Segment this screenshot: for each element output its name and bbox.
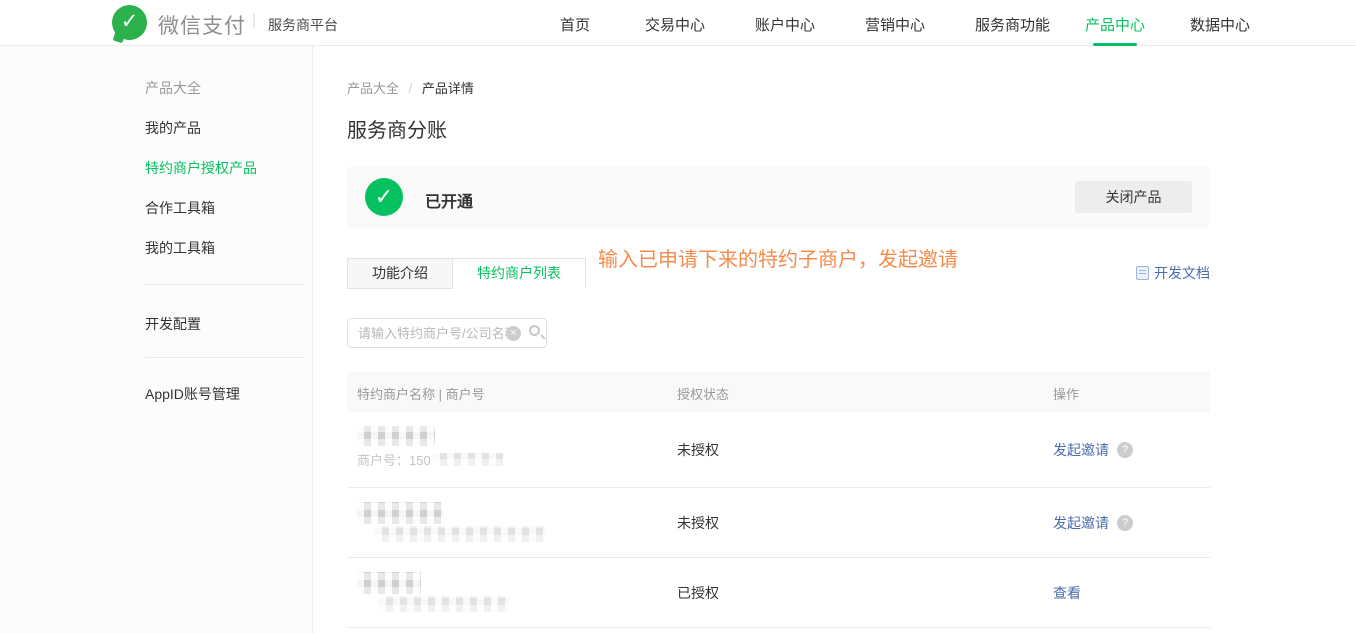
sidebar: 产品大全 我的产品 特约商户授权产品 合作工具箱 我的工具箱 开发配置 AppI…	[0, 46, 313, 633]
dev-doc-link[interactable]: 开发文档	[1136, 263, 1210, 283]
view-action-link[interactable]: 查看	[1053, 583, 1081, 603]
status-label: 已开通	[425, 188, 473, 212]
merchant-id-line: 商户号：150	[357, 450, 503, 469]
sidebar-item-all-products[interactable]: 产品大全	[145, 78, 201, 98]
redacted-merchant-name	[357, 426, 435, 446]
sidebar-item-my-products[interactable]: 我的产品	[145, 118, 201, 138]
redacted-merchant-id	[375, 526, 545, 542]
invite-action-link[interactable]: 发起邀请	[1053, 513, 1109, 533]
invite-action-link[interactable]: 发起邀请	[1053, 440, 1109, 460]
table-row: 已授权 查看	[347, 558, 1210, 628]
redacted-merchant-name	[357, 572, 421, 594]
main-content: 产品大全 / 产品详情 服务商分账 ✓ 已开通 关闭产品 输入已申请下来的特约子…	[347, 46, 1210, 633]
column-header-merchant: 特约商户名称 | 商户号	[357, 384, 485, 403]
dev-doc-label: 开发文档	[1154, 263, 1210, 283]
authorization-status: 未授权	[677, 513, 719, 533]
help-icon[interactable]: ?	[1117, 515, 1133, 531]
search-icon[interactable]	[529, 325, 540, 336]
document-icon	[1136, 266, 1149, 280]
app-root: ✓ 微信支付 | 服务商平台 首页 交易中心 账户中心 营销中心 服务商功能 产…	[0, 0, 1356, 633]
redacted-merchant-name	[357, 502, 443, 524]
redacted-merchant-id	[433, 453, 503, 466]
logo-check-icon: ✓	[112, 5, 147, 40]
column-header-auth-status: 授权状态	[677, 384, 729, 403]
sidebar-item-authorized-products[interactable]: 特约商户授权产品	[145, 158, 257, 178]
topnav-item-products[interactable]: 产品中心	[1085, 14, 1145, 35]
success-check-icon: ✓	[365, 178, 403, 216]
sidebar-item-dev-config[interactable]: 开发配置	[145, 314, 201, 334]
topnav-item-provider-functions[interactable]: 服务商功能	[975, 14, 1050, 35]
status-banner: ✓ 已开通 关闭产品	[347, 166, 1210, 228]
merchant-name-cell: 商户号：150	[357, 426, 503, 469]
brand-separator: |	[252, 12, 256, 30]
actions-cell: 发起邀请 ?	[1053, 440, 1133, 460]
actions-cell: 发起邀请 ?	[1053, 513, 1133, 533]
topnav-item-home[interactable]: 首页	[560, 14, 590, 35]
topnav-item-products-label: 产品中心	[1085, 17, 1145, 34]
sidebar-divider	[145, 284, 305, 285]
top-navigation-bar: ✓ 微信支付 | 服务商平台 首页 交易中心 账户中心 营销中心 服务商功能 产…	[0, 0, 1356, 46]
platform-name: 服务商平台	[268, 15, 338, 35]
annotation-note: 输入已申请下来的特约子商户，发起邀请	[598, 243, 958, 272]
clear-input-icon[interactable]: ×	[506, 326, 521, 341]
merchant-name-cell	[357, 572, 509, 612]
help-icon[interactable]: ?	[1117, 442, 1133, 458]
table-row: 未授权 发起邀请 ?	[347, 488, 1210, 558]
topnav-item-marketing[interactable]: 营销中心	[865, 14, 925, 35]
breadcrumb-parent[interactable]: 产品大全	[347, 81, 399, 96]
page-title: 服务商分账	[347, 114, 447, 143]
merchant-name-cell	[357, 502, 545, 542]
merchant-id-text: 商户号：150	[357, 450, 431, 469]
topnav-item-transactions[interactable]: 交易中心	[645, 14, 705, 35]
brand-name: 微信支付	[158, 10, 246, 40]
table-row: 商户号：150 未授权 发起邀请 ?	[347, 412, 1210, 488]
table-header: 特约商户名称 | 商户号 授权状态 操作	[347, 372, 1210, 412]
sidebar-item-appid-management[interactable]: AppID账号管理	[145, 384, 240, 404]
wechat-pay-logo-icon: ✓	[112, 5, 147, 40]
actions-cell: 查看	[1053, 583, 1081, 603]
topnav-item-account[interactable]: 账户中心	[755, 14, 815, 35]
breadcrumb: 产品大全 / 产品详情	[347, 78, 474, 97]
redacted-merchant-id	[379, 596, 509, 612]
tab-bar: 功能介绍 特约商户列表	[347, 258, 586, 289]
column-header-actions: 操作	[1053, 384, 1079, 403]
breadcrumb-separator: /	[409, 81, 413, 96]
topnav-item-data-center[interactable]: 数据中心	[1190, 14, 1250, 35]
sidebar-divider	[145, 357, 305, 358]
breadcrumb-current: 产品详情	[422, 81, 474, 96]
authorization-status: 未授权	[677, 440, 719, 460]
authorization-status: 已授权	[677, 583, 719, 603]
sidebar-item-my-toolbox[interactable]: 我的工具箱	[145, 238, 215, 258]
search-box: ×	[347, 318, 547, 348]
tab-feature-intro[interactable]: 功能介绍	[347, 258, 453, 289]
sidebar-item-cooperation-toolbox[interactable]: 合作工具箱	[145, 198, 215, 218]
tab-submerchant-list[interactable]: 特约商户列表	[452, 258, 586, 289]
close-product-button[interactable]: 关闭产品	[1075, 181, 1192, 213]
